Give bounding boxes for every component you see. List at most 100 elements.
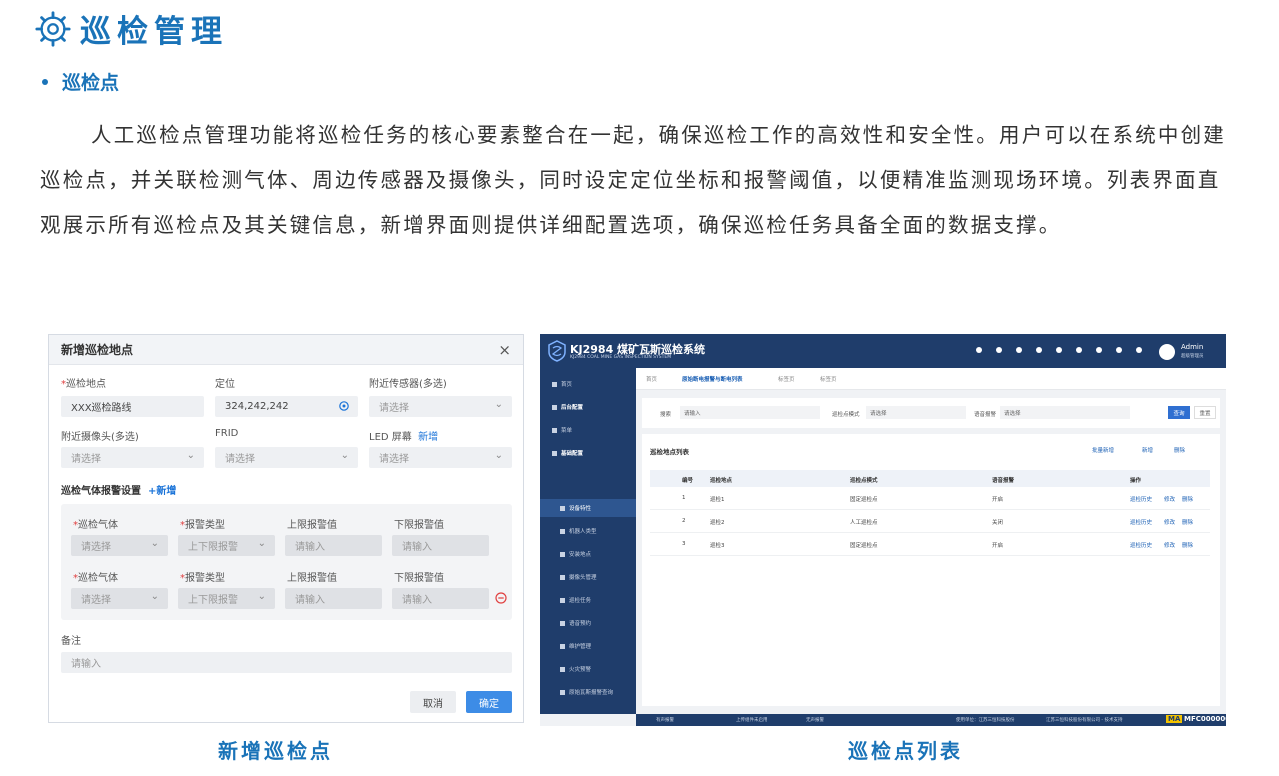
chart-icon[interactable] (1016, 347, 1022, 353)
sidebar-item[interactable]: 语音预约 (560, 619, 591, 627)
search-input[interactable]: 请输入 (680, 406, 820, 419)
bullet-icon (42, 78, 48, 85)
lower-limit-label: 下限报警值 (394, 520, 444, 531)
gear-icon[interactable] (1116, 347, 1122, 353)
sidebar-item[interactable]: 安装地点 (560, 550, 591, 558)
gas-select[interactable]: 请选择 ⌄ (71, 588, 168, 609)
sidebar-item[interactable]: 摄像头管理 (560, 573, 597, 581)
tab-item[interactable]: 标签页 (778, 375, 795, 383)
tab-home[interactable]: 首页 (646, 375, 657, 383)
upper-limit-input[interactable]: 请输入 (285, 588, 382, 609)
voice-select[interactable]: 请选择 (1000, 406, 1130, 419)
row-voice: 关闭 (992, 520, 1004, 526)
tab-item[interactable]: 标签页 (820, 375, 837, 383)
grid-icon[interactable] (1096, 347, 1102, 353)
sidebar-item[interactable]: 巡检任务 (560, 596, 591, 604)
upper-limit-input[interactable]: 请输入 (285, 535, 382, 556)
alarm-type-label: *报警类型 (180, 520, 225, 531)
cancel-button[interactable]: 取消 (410, 691, 456, 713)
chevron-down-icon: ⌄ (494, 399, 503, 410)
query-button[interactable]: 查询 (1168, 406, 1190, 419)
batch-add-button[interactable]: 批量新增 (1092, 446, 1114, 454)
section-title: 巡检管理 (34, 6, 228, 51)
location-input[interactable]: XXX巡检路线 (61, 396, 204, 417)
delete-button[interactable]: 删除 (1174, 446, 1185, 454)
row-mode: 固定巡检点 (850, 543, 878, 549)
sidebar-item[interactable]: 首页 (552, 380, 572, 388)
col-voice: 语音报警 (992, 478, 1015, 484)
delete-link[interactable]: 删除 (1182, 495, 1193, 503)
subsection-title: 巡检点 (42, 68, 119, 95)
place-icon (560, 551, 565, 557)
camera-icon (560, 574, 565, 580)
row-name: 巡检3 (710, 543, 725, 549)
history-link[interactable]: 巡检历史 (1130, 541, 1152, 549)
sensor-label: 附近传感器(多选) (369, 379, 447, 390)
mfc-code: MFC000000 (1184, 715, 1226, 723)
main-content: 首页 原始断电报警与断电列表 标签页 标签页 搜索 请输入 巡检点模式 请选择 … (636, 368, 1226, 714)
lower-limit-input[interactable]: 请输入 (392, 535, 489, 556)
bell-icon[interactable] (1056, 347, 1062, 353)
ok-button[interactable]: 确定 (466, 691, 512, 713)
sidebar-item[interactable]: 后台配置 (552, 403, 583, 411)
chevron-down-icon: ⌄ (494, 450, 503, 461)
gas-select[interactable]: 请选择 ⌄ (71, 535, 168, 556)
edit-link[interactable]: 修改 (1164, 541, 1175, 549)
edit-link[interactable]: 修改 (1164, 518, 1175, 526)
status-item: 无声报警 (806, 718, 824, 723)
add-button[interactable]: 新增 (1142, 446, 1153, 454)
system-name-en: KJ2984 COAL MINE GAS INSPECTION SYSTEM (570, 355, 672, 360)
description-paragraph: 人工巡检点管理功能将巡检任务的核心要素整合在一起，确保巡检工作的高效性和安全性。… (40, 123, 1226, 237)
gear-icon (35, 10, 71, 47)
ma-badge: MA (1166, 715, 1183, 723)
gas-add-link[interactable]: +新增 (148, 486, 176, 497)
edit-link[interactable]: 修改 (1164, 495, 1175, 503)
tab-active[interactable]: 原始断电报警与断电列表 (682, 375, 743, 383)
flash-icon[interactable] (1076, 347, 1082, 353)
position-input[interactable]: 324,242,242 (215, 396, 358, 417)
voice-label: 语音报警 (974, 412, 997, 418)
led-add-link[interactable]: 新增 (418, 432, 438, 443)
sidebar-item[interactable]: 火灾预警 (560, 665, 591, 673)
sensor-select[interactable]: 请选择 ⌄ (369, 396, 512, 417)
remove-row-icon[interactable] (495, 592, 507, 604)
location-icon[interactable] (1036, 347, 1042, 353)
reset-button[interactable]: 重置 (1194, 406, 1216, 419)
table-header: 编号 巡检地点 巡检点模式 语音报警 操作 (650, 470, 1210, 487)
status-item: 有声报警 (656, 718, 674, 723)
dialog-title: 新增巡检地点 (61, 343, 134, 357)
remark-input[interactable]: 请输入 (61, 652, 512, 673)
sidebar-item[interactable]: 菜单 (552, 426, 572, 434)
table-row: 1 巡检1 固定巡检点 开启 巡检历史 修改 删除 (650, 487, 1210, 510)
avatar[interactable] (1159, 344, 1175, 360)
sidebar-item[interactable]: 机器人类型 (560, 527, 597, 535)
camera-select[interactable]: 请选择 ⌄ (61, 447, 204, 468)
alarm-type-select[interactable]: 上下限报警 ⌄ (178, 588, 275, 609)
search-icon[interactable] (976, 347, 982, 353)
close-icon[interactable]: × (498, 341, 511, 359)
chevron-down-icon: ⌄ (186, 450, 195, 461)
delete-link[interactable]: 删除 (1182, 541, 1193, 549)
locate-icon[interactable] (338, 400, 350, 412)
upper-limit-label: 上限报警值 (287, 520, 337, 531)
led-label: LED 屏幕 新增 (369, 432, 439, 443)
alarm-type-select[interactable]: 上下限报警 ⌄ (178, 535, 275, 556)
history-link[interactable]: 巡检历史 (1130, 495, 1152, 503)
fire-icon (560, 666, 565, 672)
sidebar-item[interactable]: 基础配置 (552, 449, 583, 457)
frid-select[interactable]: 请选择 ⌄ (215, 447, 358, 468)
led-select[interactable]: 请选择 ⌄ (369, 447, 512, 468)
home-icon (552, 381, 557, 387)
delete-link[interactable]: 删除 (1182, 518, 1193, 526)
lower-limit-input[interactable]: 请输入 (392, 588, 489, 609)
sidebar: 首页 后台配置 菜单 基础配置 设备特性 机器人类型 安装地点 摄像头管理 巡检… (540, 368, 636, 714)
sidebar-item[interactable]: 维护管理 (560, 642, 591, 650)
page-title: 巡检管理 (80, 14, 228, 50)
user-name[interactable]: Admin (1181, 343, 1203, 351)
sidebar-item[interactable]: 设备特性 (560, 504, 591, 512)
mode-select[interactable]: 请选择 (866, 406, 966, 419)
sidebar-item[interactable]: 原始瓦斯报警查询 (560, 688, 613, 696)
settings-icon[interactable] (996, 347, 1002, 353)
document-icon[interactable] (1136, 347, 1142, 353)
history-link[interactable]: 巡检历史 (1130, 518, 1152, 526)
